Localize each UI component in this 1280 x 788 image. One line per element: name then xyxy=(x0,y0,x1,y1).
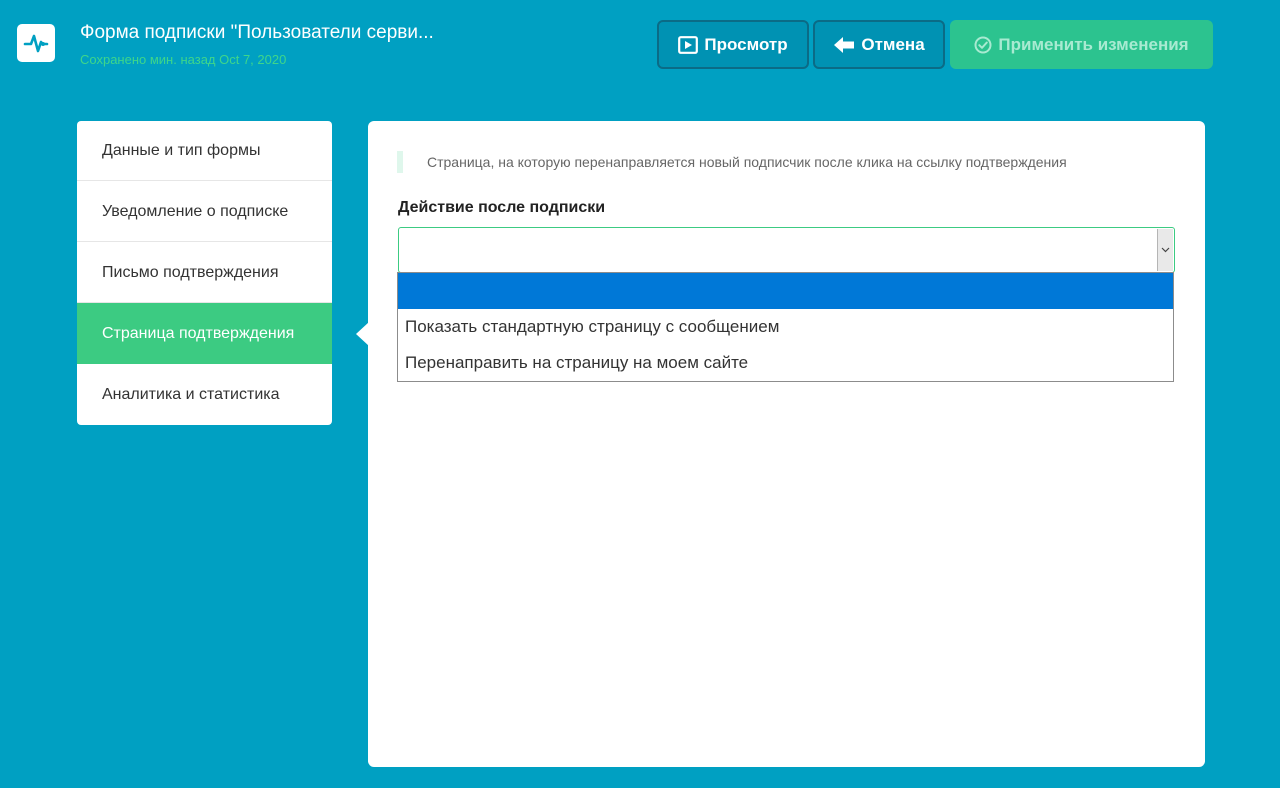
sidebar-nav: Данные и тип формы Уведомление о подписк… xyxy=(77,121,332,425)
page-title: Форма подписки "Пользователи серви... xyxy=(80,22,434,43)
main-panel: Страница, на которую перенаправляется но… xyxy=(368,121,1205,767)
sidebar-item-form-data[interactable]: Данные и тип формы xyxy=(77,121,332,181)
saved-status: Сохранено мин. назад Oct 7, 2020 xyxy=(80,52,287,67)
option-show-standard-page[interactable]: Показать стандартную страницу с сообщени… xyxy=(398,309,1173,345)
arrow-left-icon xyxy=(834,36,855,53)
apply-changes-label: Применить изменения xyxy=(998,34,1189,54)
cancel-button-label: Отмена xyxy=(861,34,925,54)
play-square-icon xyxy=(678,35,699,54)
apply-changes-button[interactable]: Применить изменения xyxy=(950,20,1213,69)
pulse-icon xyxy=(23,34,49,53)
cancel-button[interactable]: Отмена xyxy=(813,20,945,69)
app-logo[interactable] xyxy=(17,24,55,62)
sidebar-item-subscription-notice[interactable]: Уведомление о подписке xyxy=(77,181,332,242)
preview-button-label: Просмотр xyxy=(704,34,788,54)
chevron-down-icon xyxy=(1161,247,1170,253)
after-subscribe-action-select[interactable] xyxy=(398,227,1175,273)
after-subscribe-action-label: Действие после подписки xyxy=(398,199,606,216)
hint-text: Страница, на которую перенаправляется но… xyxy=(397,151,1067,173)
sidebar-item-confirmation-email[interactable]: Письмо подтверждения xyxy=(77,242,332,303)
option-empty[interactable] xyxy=(398,273,1173,309)
preview-button[interactable]: Просмотр xyxy=(657,20,809,69)
page: Форма подписки "Пользователи серви... Со… xyxy=(0,0,1280,788)
sidebar-item-confirmation-page[interactable]: Страница подтверждения xyxy=(77,303,332,364)
select-dropdown-list: Показать стандартную страницу с сообщени… xyxy=(397,272,1174,382)
sidebar-item-analytics[interactable]: Аналитика и статистика xyxy=(77,364,332,425)
option-redirect-to-my-site[interactable]: Перенаправить на страницу на моем сайте xyxy=(398,345,1173,381)
check-circle-icon xyxy=(974,36,992,53)
select-arrow-button[interactable] xyxy=(1157,229,1173,271)
